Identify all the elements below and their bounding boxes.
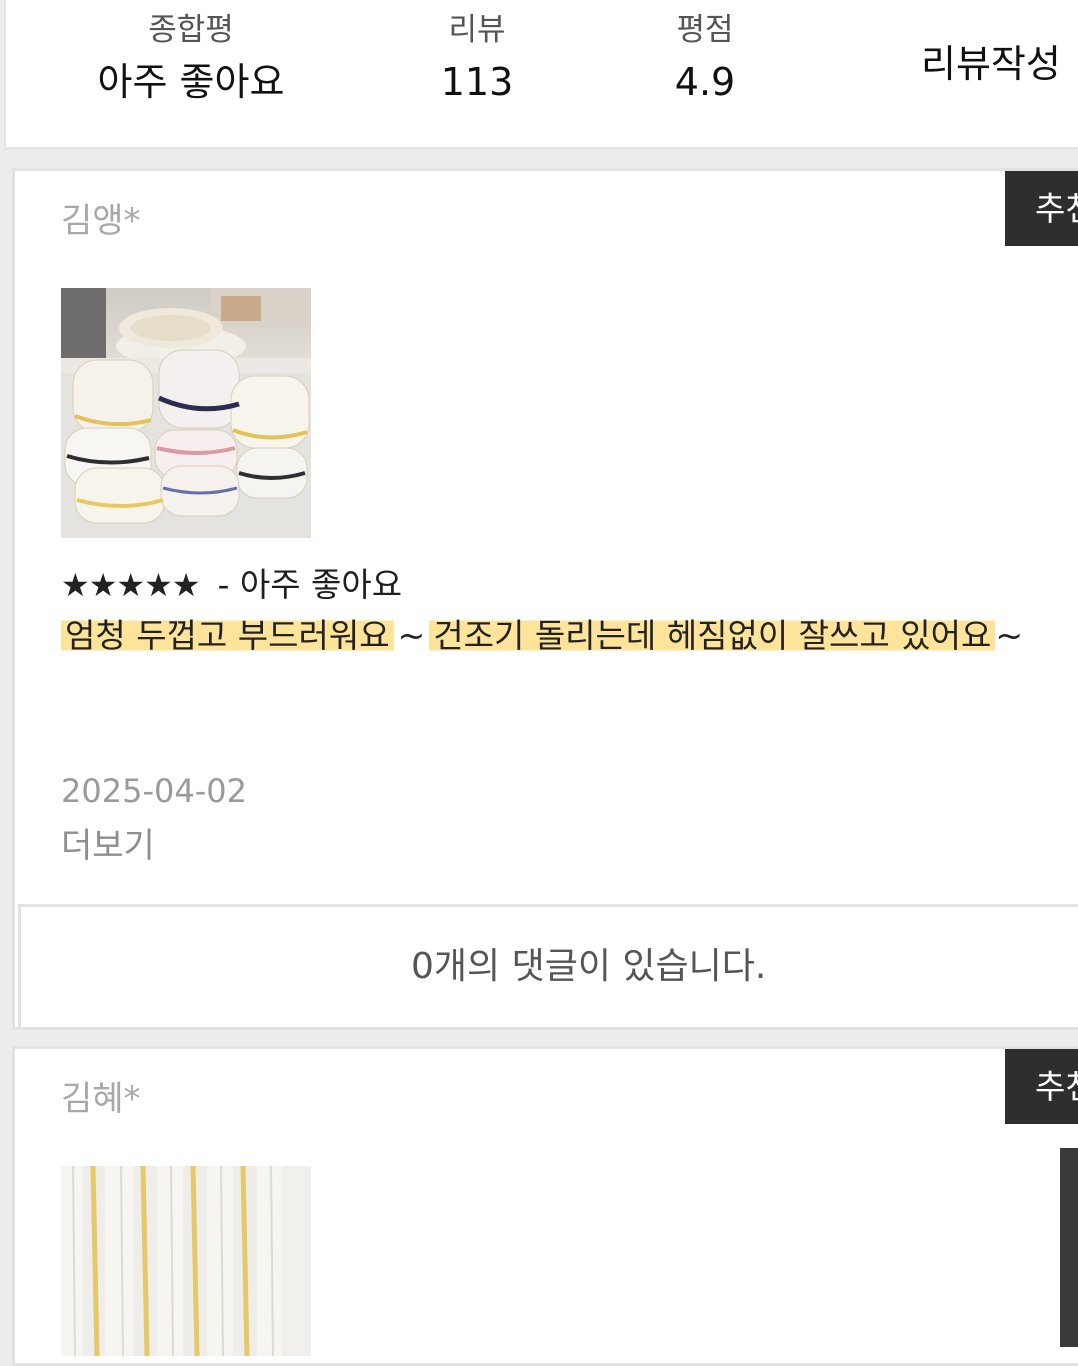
rating-label: 평점 [676,12,734,48]
review-rating: ★★★★★ - 아주 좋아요 [61,561,402,609]
review-body: 엄청 두껍고 부드러워요 ~ 건조기 돌리는데 헤짐없이 잘쓰고 있어요 ~ [61,611,1023,661]
comments-section[interactable]: 0개의 댓글이 있습니다. [18,904,1078,1027]
review-date: 2025-04-02 [61,772,247,810]
review-card: 김혜* 추천 [12,1046,1078,1366]
review-body-tilde-2: ~ [995,616,1023,655]
review-body-highlight-2: 건조기 돌리는데 헤짐없이 잘쓰고 있어요 [429,616,996,655]
folded-towels-photo-icon [61,288,311,538]
recommend-button[interactable]: 추천 [1005,171,1078,246]
review-summary-bar: 종합평 아주 좋아요 리뷰 113 평점 4.9 리뷰작성 [4,0,1078,150]
comments-count-text: 0개의 댓글이 있습니다. [411,946,767,987]
review-body-highlight-1: 엄청 두껍고 부드러워요 [61,616,394,655]
more-link[interactable]: 더보기 [61,821,155,871]
scrollbar-thumb[interactable] [1060,1148,1078,1347]
review-count-value: 113 [440,60,514,104]
recommend-button[interactable]: 추천 [1005,1049,1078,1124]
review-count-label: 리뷰 [448,12,506,48]
review-count-stat: 리뷰 113 [441,8,514,112]
overall-label: 종합평 [148,12,234,48]
review-body-tilde-1: ~ [397,616,426,655]
review-card: 김앵* 추천 [12,168,1078,1030]
review-photo[interactable] [61,1166,311,1356]
review-rating-text: - 아주 좋아요 [217,565,403,604]
review-author: 김앵* [61,201,141,241]
star-rating-icon: ★★★★★ [61,566,200,604]
overall-value: 아주 좋아요 [97,60,285,104]
write-review-button[interactable]: 리뷰작성 [921,36,1061,92]
striped-towel-photo-icon [61,1166,311,1356]
rating-value: 4.9 [674,60,736,104]
review-author: 김혜* [61,1079,141,1119]
overall-stat: 종합평 아주 좋아요 [98,8,285,112]
rating-stat: 평점 4.9 [675,8,735,112]
review-photo[interactable] [61,288,311,538]
